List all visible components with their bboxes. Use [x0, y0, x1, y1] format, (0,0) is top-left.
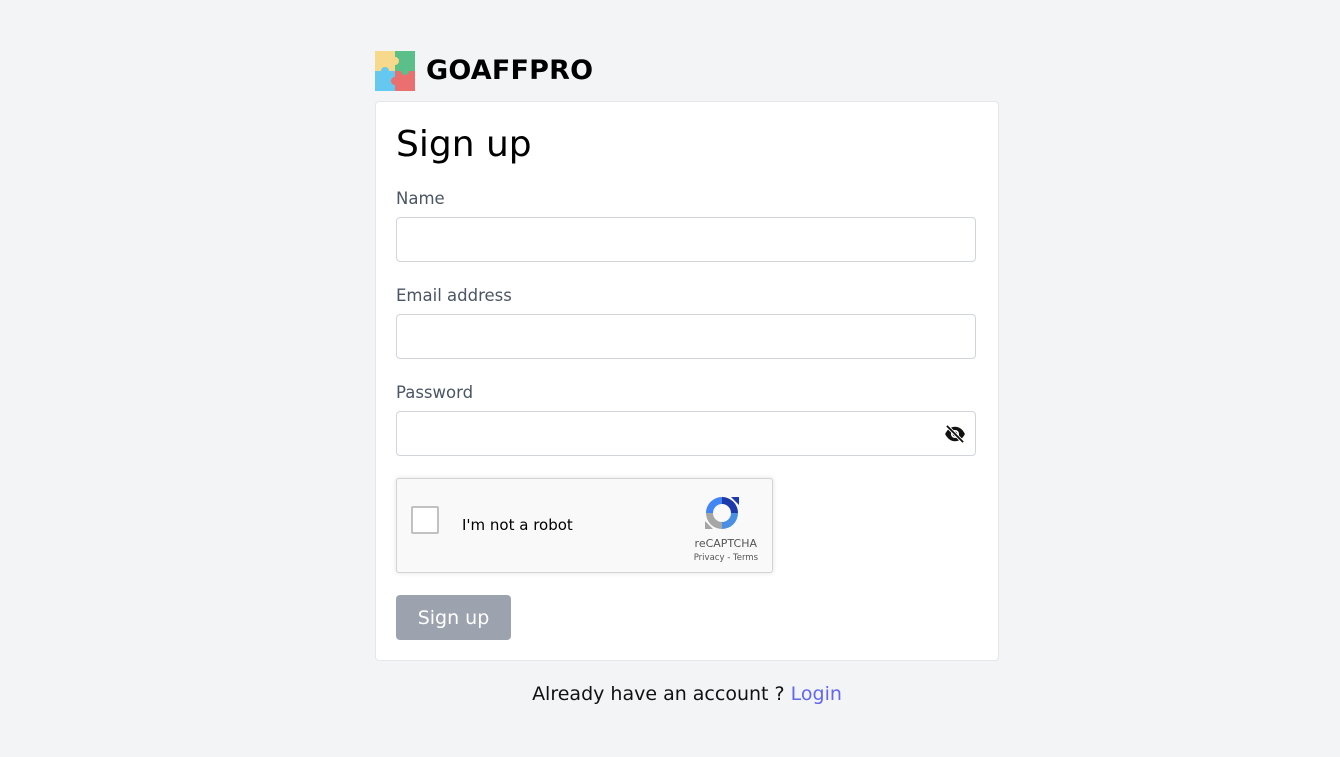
recaptcha-links-separator: - [727, 553, 731, 563]
login-link[interactable]: Login [791, 683, 842, 705]
email-label: Email address [396, 286, 512, 305]
recaptcha-logo-icon [705, 497, 739, 529]
signup-button[interactable]: Sign up [396, 595, 511, 640]
login-prompt-text: Already have an account ? [532, 683, 785, 705]
recaptcha-privacy-link[interactable]: Privacy [694, 553, 725, 563]
recaptcha-checkbox[interactable] [411, 506, 439, 534]
puzzle-logo-icon [375, 50, 415, 91]
password-field[interactable] [396, 411, 976, 456]
brand-header: GOAFFPRO [375, 50, 999, 91]
login-prompt: Already have an account ? Login [375, 683, 999, 705]
recaptcha-brand: reCAPTCHA [694, 537, 757, 550]
name-label: Name [396, 189, 445, 208]
eye-slash-icon[interactable] [944, 425, 966, 443]
recaptcha-checkbox-label: I'm not a robot [462, 516, 573, 534]
signup-card: Sign up Name Email address Password I'm … [375, 101, 999, 661]
brand-name: GOAFFPRO [426, 55, 594, 86]
email-input[interactable] [396, 314, 976, 359]
signup-page: GOAFFPRO Sign up Name Email address Pass… [375, 50, 999, 705]
password-label: Password [396, 383, 474, 402]
recaptcha-terms-link[interactable]: Terms [733, 553, 758, 563]
name-input[interactable] [396, 217, 976, 262]
recaptcha-links: Privacy - Terms [694, 553, 758, 563]
recaptcha-widget: I'm not a robot reCAPTCHA Privacy - Term… [396, 478, 773, 573]
page-title: Sign up [396, 124, 532, 165]
